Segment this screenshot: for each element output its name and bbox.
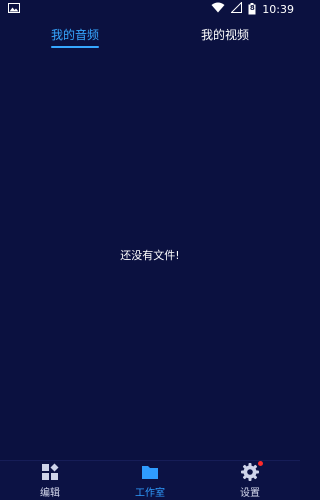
file-list-area: 还没有文件! [0, 50, 300, 460]
status-time: 10:39 [262, 2, 294, 16]
status-bar: 8 10:39 [0, 0, 300, 18]
wifi-icon [211, 2, 225, 16]
image-notification-icon [8, 2, 20, 16]
nav-settings-label: 设置 [240, 488, 260, 499]
signal-icon [230, 1, 243, 16]
nav-edit[interactable]: 编辑 [0, 461, 100, 500]
tab-my-video-label: 我的视频 [200, 27, 249, 42]
tab-my-audio-label: 我的音频 [50, 27, 99, 42]
nav-edit-label: 编辑 [40, 488, 60, 499]
empty-state-message: 还没有文件! [120, 249, 180, 262]
tab-active-indicator [51, 46, 99, 48]
battery-level-text: 8 [249, 4, 255, 12]
tab-my-audio[interactable]: 我的音频 [0, 18, 150, 50]
grid-edit-icon [40, 462, 60, 482]
status-icons: 8 10:39 [211, 1, 294, 16]
nav-studio[interactable]: 工作室 [100, 461, 200, 500]
nav-studio-label: 工作室 [135, 488, 165, 499]
gear-icon [240, 461, 263, 482]
app-screen: 8 10:39 我的音频 我的视频 还没有文件! 编辑 工作室 设置 [0, 0, 300, 500]
nav-settings[interactable]: 设置 [200, 461, 300, 500]
tab-bar: 我的音频 我的视频 [0, 18, 300, 50]
folder-icon [140, 462, 160, 482]
battery-icon: 8 [248, 3, 256, 15]
bottom-navigation: 编辑 工作室 设置 [0, 460, 300, 500]
tab-my-video[interactable]: 我的视频 [150, 18, 300, 50]
notification-badge [258, 461, 263, 466]
